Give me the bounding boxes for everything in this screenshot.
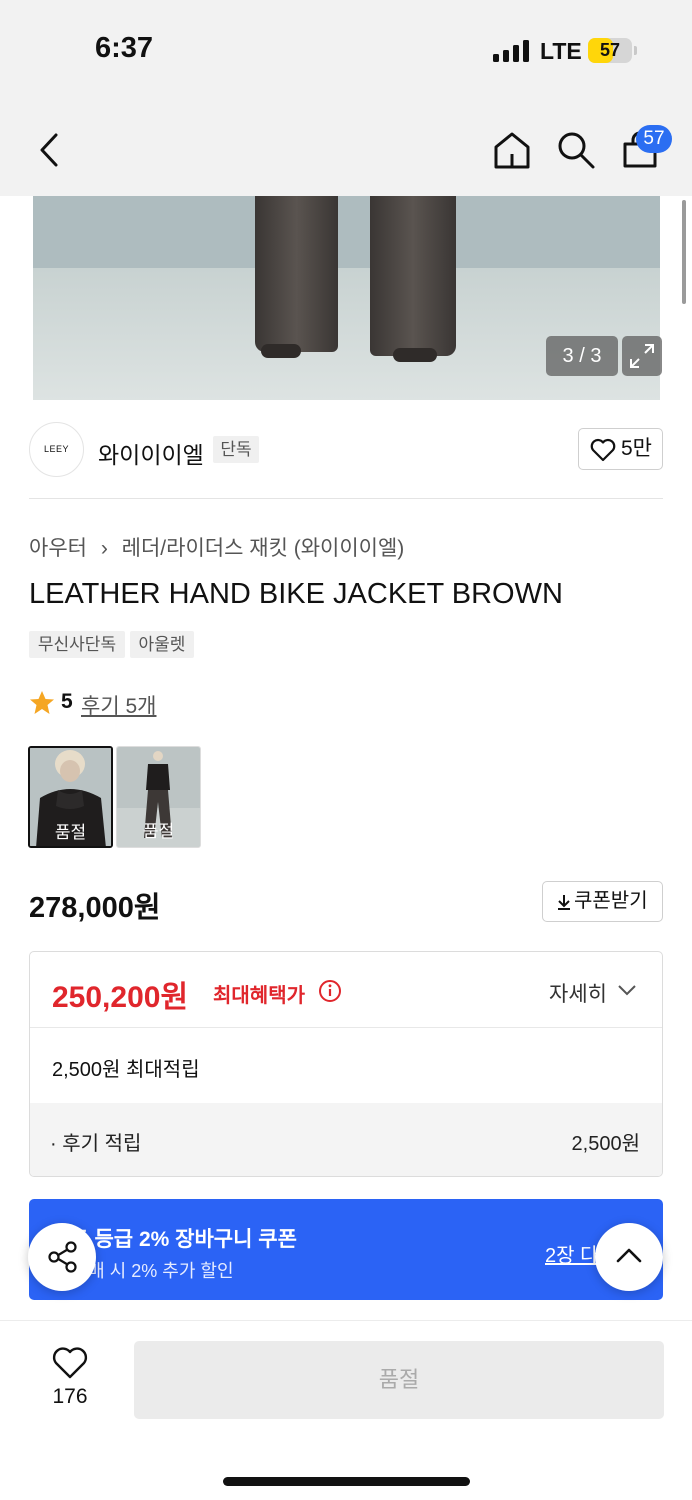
download-icon xyxy=(558,895,570,910)
max-benefit-box: 250,200원 최대혜택가 자세히 2,500원 최대적립 · 후기 적립 2… xyxy=(29,951,663,1177)
battery-tip xyxy=(634,46,637,55)
breadcrumb-category[interactable]: 아우터 xyxy=(29,532,87,562)
brand-divider xyxy=(29,498,663,499)
product-price: 278,000원 xyxy=(29,892,161,924)
battery-level: 57 xyxy=(599,40,621,60)
rating-score: 5 xyxy=(61,690,73,713)
detail-toggle-label: 자세히 xyxy=(549,983,607,1006)
max-benefit-price: 250,200원 xyxy=(52,981,189,1014)
coupon-button-label: 쿠폰받기 xyxy=(574,890,648,912)
cart-count-badge: 57 xyxy=(636,125,672,153)
battery-icon: 57 xyxy=(588,38,632,63)
review-points-label: · 후기 적립 xyxy=(50,1133,142,1155)
tag-outlet: 아울렛 xyxy=(130,631,194,658)
option-soldout-label: 품절 xyxy=(142,822,175,841)
sold-out-button[interactable]: 품절 xyxy=(134,1341,664,1419)
brand-name[interactable]: 와이이이엘 xyxy=(98,436,204,470)
heart-icon[interactable] xyxy=(52,1346,88,1380)
status-bar: 6:37 LTE 57 xyxy=(0,0,692,100)
wish-count: 176 xyxy=(52,1385,88,1408)
tag-musinsa-exclusive: 무신사단독 xyxy=(29,631,125,658)
breadcrumb: 아우터 › 레더/라이더스 재킷 (와이이이엘) xyxy=(29,532,404,562)
benefit-divider xyxy=(30,1027,662,1028)
brand-like-button[interactable]: 5만 xyxy=(578,428,663,470)
product-title: LEATHER HAND BIKE JACKET BROWN xyxy=(29,578,563,610)
brand-like-count: 5만 xyxy=(621,437,652,460)
cart-coupon-banner[interactable]: 골드 등급 2% 장바구니 쿠폰 상 구매 시 2% 추가 할인 2장 다 xyxy=(29,1199,663,1300)
signal-icon xyxy=(493,40,529,62)
review-link[interactable]: 후기 5개 xyxy=(81,690,156,720)
status-time: 6:37 xyxy=(95,32,154,64)
max-benefit-label: 최대혜택가 xyxy=(213,985,305,1007)
option-thumbnail-2[interactable]: 품절 xyxy=(116,746,201,848)
banner-download-link[interactable]: 2장 다 xyxy=(545,1239,598,1268)
share-button[interactable] xyxy=(28,1223,96,1291)
chevron-up-icon xyxy=(616,1248,642,1263)
max-points: 2,500원 최대적립 xyxy=(52,1059,200,1081)
brand-logo[interactable]: LEEY xyxy=(29,422,84,477)
chevron-down-icon[interactable] xyxy=(617,983,637,997)
chevron-left-icon[interactable] xyxy=(34,130,66,170)
star-icon xyxy=(30,691,54,714)
scroll-to-top-button[interactable] xyxy=(595,1223,663,1291)
option-soldout-label: 품절 xyxy=(54,823,87,842)
download-coupon-button[interactable]: 쿠폰받기 xyxy=(542,881,663,922)
heart-icon xyxy=(590,438,616,462)
expand-image-button[interactable] xyxy=(622,336,662,376)
option-thumbnail-1[interactable]: 품절 xyxy=(28,746,113,848)
share-icon xyxy=(48,1241,77,1273)
review-points-value: 2,500원 xyxy=(571,1133,640,1155)
breadcrumb-subcategory[interactable]: 레더/라이더스 재킷 (와이이이엘) xyxy=(122,532,405,562)
chevron-right-icon: › xyxy=(100,537,108,560)
review-points-row: · 후기 적립 2,500원 xyxy=(30,1103,662,1176)
home-icon[interactable] xyxy=(492,130,532,170)
network-type: LTE xyxy=(540,38,582,64)
exclusive-tag: 단독 xyxy=(213,436,259,463)
image-counter: 3 / 3 xyxy=(546,336,618,376)
detail-toggle[interactable]: 자세히 xyxy=(549,978,607,1008)
info-icon[interactable] xyxy=(318,979,342,1003)
home-indicator xyxy=(223,1477,470,1486)
expand-icon xyxy=(630,344,654,368)
page-scrollbar[interactable] xyxy=(682,200,686,304)
search-icon[interactable] xyxy=(556,130,596,170)
